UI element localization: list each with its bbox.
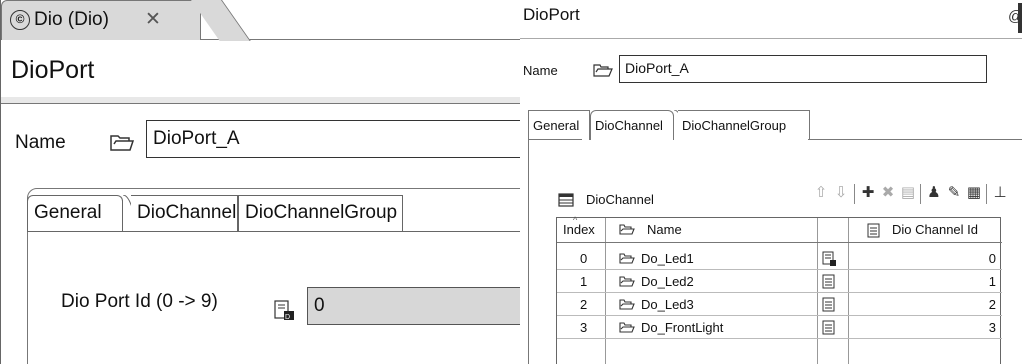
cell-index: 0 bbox=[580, 251, 588, 266]
toolbar-separator bbox=[986, 184, 987, 204]
add-icon[interactable]: ✚ bbox=[859, 182, 877, 204]
page-title: DioPort bbox=[11, 56, 95, 84]
row-divider bbox=[557, 269, 1002, 270]
id-param-icon bbox=[822, 297, 835, 315]
title-divider bbox=[520, 38, 1022, 39]
move-down-icon[interactable]: ⇩ bbox=[832, 182, 850, 204]
edit-form-icon[interactable]: ▦ bbox=[965, 182, 983, 204]
column-header-index[interactable]: Index bbox=[563, 222, 595, 237]
module-icon: © bbox=[10, 10, 30, 30]
cell-index: 1 bbox=[580, 274, 588, 289]
port-id-label: Dio Port Id (0 -> 9) bbox=[61, 291, 218, 312]
cell-channel-id: 0 bbox=[988, 251, 996, 266]
edit-icon[interactable]: ✎ bbox=[945, 182, 963, 204]
tab-diochannel[interactable]: DioChannel bbox=[590, 110, 674, 140]
tab-general[interactable]: General bbox=[528, 110, 590, 140]
table-row[interactable]: 2 Do_Led3 2 bbox=[557, 294, 1002, 315]
group-border bbox=[528, 110, 529, 364]
folder-icon bbox=[619, 322, 635, 337]
row-divider bbox=[557, 292, 1002, 293]
cell-channel-id: 2 bbox=[988, 297, 996, 312]
toolbar-separator bbox=[854, 184, 855, 204]
sort-caret-icon: ^ bbox=[573, 215, 578, 225]
edge-marker bbox=[1018, 3, 1022, 33]
tab-diochannelgroup[interactable]: DioChannelGroup bbox=[238, 195, 403, 232]
table-row[interactable]: 3 Do_FrontLight 3 bbox=[557, 317, 1002, 338]
right-editor-panel: DioPort @ Name DioPort_A General DioChan… bbox=[520, 0, 1022, 364]
cell-name: Do_FrontLight bbox=[641, 320, 724, 335]
editor-tab-bar: © Dio (Dio) ✕ bbox=[1, 0, 520, 40]
users-icon[interactable]: ♟ bbox=[925, 182, 943, 204]
tab-baseline bbox=[528, 139, 582, 140]
cell-channel-id: 3 bbox=[988, 320, 996, 335]
close-icon[interactable]: ✕ bbox=[145, 8, 161, 31]
cell-name: Do_Led1 bbox=[641, 251, 694, 266]
copy-icon[interactable]: ▤ bbox=[899, 182, 917, 204]
title-divider-line bbox=[1, 103, 520, 104]
tab-baseline bbox=[27, 231, 520, 232]
row-divider bbox=[557, 315, 1002, 316]
cell-channel-id: 1 bbox=[988, 274, 996, 289]
cell-name: Do_Led2 bbox=[641, 274, 694, 289]
port-id-field[interactable]: 0 bbox=[307, 287, 520, 325]
row-divider bbox=[557, 338, 1002, 339]
cell-index: 2 bbox=[580, 297, 588, 312]
id-param-icon bbox=[822, 274, 835, 292]
svg-text:D: D bbox=[285, 314, 290, 321]
folder-icon bbox=[619, 299, 635, 314]
tab-strip: General DioChannel DioChannelGroup bbox=[528, 110, 1022, 140]
tab-strip: General DioChannel DioChannelGroup bbox=[27, 195, 520, 232]
column-header-channel-id[interactable]: Dio Channel Id bbox=[892, 222, 978, 237]
table-row[interactable]: 1 Do_Led2 1 bbox=[557, 271, 1002, 292]
folder-icon bbox=[619, 276, 635, 291]
id-param-icon: D bbox=[273, 300, 295, 327]
table-title: DioChannel bbox=[586, 192, 654, 207]
left-editor-panel: © Dio (Dio) ✕ DioPort Name DioPort_A Gen… bbox=[0, 0, 520, 364]
folder-icon bbox=[109, 133, 135, 158]
export-icon[interactable]: ⊥ bbox=[991, 182, 1009, 204]
tab-diochannel[interactable]: DioChannel bbox=[131, 195, 238, 232]
table-icon bbox=[558, 193, 574, 212]
id-param-icon bbox=[867, 223, 880, 241]
name-field[interactable]: DioPort_A bbox=[619, 55, 987, 83]
folder-icon bbox=[619, 224, 635, 239]
editor-tab-label: Dio (Dio) bbox=[34, 9, 109, 30]
page-title: DioPort bbox=[523, 5, 580, 24]
tab-baseline bbox=[808, 139, 1022, 140]
delete-icon[interactable]: ✖ bbox=[879, 182, 897, 204]
cell-index: 3 bbox=[580, 320, 588, 335]
editor-tab-dio[interactable]: © Dio (Dio) ✕ bbox=[1, 0, 201, 40]
folder-icon bbox=[593, 63, 613, 84]
tab-general[interactable]: General bbox=[27, 195, 123, 232]
name-label: Name bbox=[15, 132, 66, 153]
id-param-icon bbox=[822, 251, 837, 270]
column-header-name[interactable]: Name bbox=[647, 222, 682, 237]
table-header: Index ^ Name Dio Channel Id bbox=[557, 215, 1002, 243]
table-row[interactable]: 0 Do_Led1 0 bbox=[557, 248, 1002, 269]
tab-diochannelgroup[interactable]: DioChannelGroup bbox=[678, 110, 810, 140]
table-toolbar: ⇧ ⇩ ✚ ✖ ▤ ♟ ✎ ▦ ⊥ bbox=[812, 182, 1022, 208]
name-label: Name bbox=[523, 63, 558, 78]
toolbar-separator bbox=[920, 184, 921, 204]
move-up-icon[interactable]: ⇧ bbox=[812, 182, 830, 204]
folder-icon bbox=[619, 253, 635, 268]
dio-channel-table: Index ^ Name Dio Channel Id 0 Do_Led1 0 … bbox=[556, 215, 1002, 364]
id-param-icon bbox=[822, 320, 835, 338]
cell-name: Do_Led3 bbox=[641, 297, 694, 312]
name-field[interactable]: DioPort_A bbox=[146, 120, 520, 158]
